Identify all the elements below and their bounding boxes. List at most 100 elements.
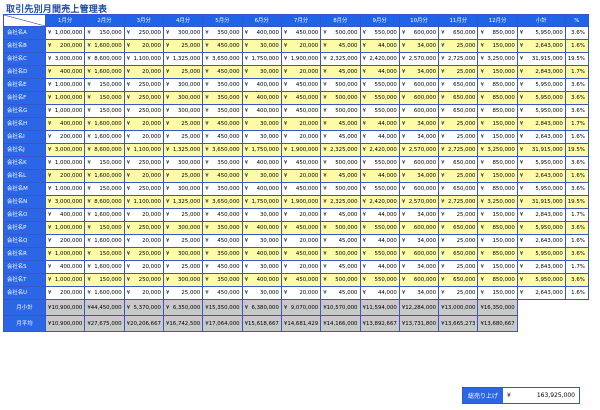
month-cell[interactable]: ¥34,000 bbox=[398, 260, 440, 274]
month-cell[interactable]: ¥850,000 bbox=[477, 91, 518, 105]
month-cell[interactable]: ¥1,000,000 bbox=[44, 247, 86, 261]
month-cell[interactable]: ¥1,600,000 bbox=[84, 169, 125, 183]
month-cell[interactable]: ¥2,325,000 bbox=[320, 195, 361, 209]
month-cell[interactable]: ¥300,000 bbox=[162, 156, 204, 170]
month-cell[interactable]: ¥850,000 bbox=[477, 156, 518, 170]
month-cell[interactable]: ¥400,000 bbox=[241, 26, 282, 40]
month-cell[interactable]: ¥25,000 bbox=[438, 39, 479, 53]
month-cell[interactable]: ¥850,000 bbox=[477, 247, 518, 261]
month-cell[interactable]: ¥450,000 bbox=[280, 78, 322, 92]
subtotal-cell[interactable]: ¥31,915,000 bbox=[516, 52, 566, 66]
percent-cell[interactable]: 1.7% bbox=[564, 208, 589, 222]
month-cell[interactable]: ¥200,000 bbox=[44, 169, 86, 183]
footer-cell[interactable]: ¥9,070,000 bbox=[280, 299, 322, 316]
month-cell[interactable]: ¥350,000 bbox=[202, 247, 243, 261]
footer-cell[interactable]: ¥44,450,000 bbox=[84, 299, 125, 316]
footer-cell[interactable]: ¥14,166,000 bbox=[320, 315, 361, 332]
month-cell[interactable]: ¥25,000 bbox=[162, 286, 204, 300]
month-cell[interactable]: ¥1,325,000 bbox=[162, 52, 204, 66]
month-cell[interactable]: ¥150,000 bbox=[477, 169, 518, 183]
month-cell[interactable]: ¥1,000,000 bbox=[44, 156, 86, 170]
month-cell[interactable]: ¥250,000 bbox=[123, 182, 164, 196]
month-cell[interactable]: ¥44,000 bbox=[359, 117, 400, 131]
month-cell[interactable]: ¥2,570,000 bbox=[398, 52, 440, 66]
month-cell[interactable]: ¥300,000 bbox=[162, 104, 204, 118]
month-cell[interactable]: ¥45,000 bbox=[320, 286, 361, 300]
month-cell[interactable]: ¥2,725,000 bbox=[438, 195, 479, 209]
month-cell[interactable]: ¥44,000 bbox=[359, 286, 400, 300]
month-cell[interactable]: ¥550,000 bbox=[359, 273, 400, 287]
month-cell[interactable]: ¥150,000 bbox=[477, 117, 518, 131]
month-cell[interactable]: ¥1,100,000 bbox=[123, 195, 164, 209]
percent-cell[interactable]: 19.5% bbox=[564, 195, 589, 209]
month-cell[interactable]: ¥400,000 bbox=[241, 91, 282, 105]
month-cell[interactable]: ¥25,000 bbox=[438, 208, 479, 222]
month-cell[interactable]: ¥44,000 bbox=[359, 208, 400, 222]
month-cell[interactable]: ¥650,000 bbox=[438, 78, 479, 92]
footer-cell[interactable]: ¥15,350,000 bbox=[202, 299, 243, 316]
footer-cell[interactable]: ¥13,892,667 bbox=[359, 315, 400, 332]
footer-cell[interactable]: ¥10,900,000 bbox=[44, 315, 86, 332]
footer-cell[interactable]: ¥14,681,429 bbox=[280, 315, 322, 332]
subtotal-cell[interactable]: ¥5,950,000 bbox=[516, 26, 566, 40]
percent-cell[interactable]: 3.6% bbox=[564, 156, 589, 170]
month-cell[interactable]: ¥350,000 bbox=[202, 273, 243, 287]
month-cell[interactable]: ¥300,000 bbox=[162, 78, 204, 92]
month-cell[interactable]: ¥650,000 bbox=[438, 91, 479, 105]
month-cell[interactable]: ¥450,000 bbox=[280, 91, 322, 105]
month-cell[interactable]: ¥45,000 bbox=[320, 65, 361, 79]
month-cell[interactable]: ¥650,000 bbox=[438, 273, 479, 287]
month-cell[interactable]: ¥3,250,000 bbox=[477, 52, 518, 66]
month-cell[interactable]: ¥200,000 bbox=[44, 130, 86, 144]
month-cell[interactable]: ¥25,000 bbox=[438, 260, 479, 274]
month-cell[interactable]: ¥200,000 bbox=[44, 286, 86, 300]
month-cell[interactable]: ¥550,000 bbox=[359, 156, 400, 170]
month-cell[interactable]: ¥600,000 bbox=[398, 156, 440, 170]
percent-cell[interactable]: 3.6% bbox=[564, 78, 589, 92]
percent-cell[interactable]: 1.6% bbox=[564, 286, 589, 300]
percent-cell[interactable]: 1.6% bbox=[564, 130, 589, 144]
month-cell[interactable]: ¥30,000 bbox=[241, 169, 282, 183]
month-cell[interactable]: ¥20,000 bbox=[123, 169, 164, 183]
month-cell[interactable]: ¥400,000 bbox=[241, 182, 282, 196]
month-cell[interactable]: ¥45,000 bbox=[320, 260, 361, 274]
month-cell[interactable]: ¥25,000 bbox=[438, 234, 479, 248]
month-cell[interactable]: ¥400,000 bbox=[241, 104, 282, 118]
month-cell[interactable]: ¥400,000 bbox=[241, 247, 282, 261]
month-cell[interactable]: ¥1,100,000 bbox=[123, 52, 164, 66]
month-cell[interactable]: ¥550,000 bbox=[359, 104, 400, 118]
month-cell[interactable]: ¥45,000 bbox=[320, 117, 361, 131]
month-cell[interactable]: ¥150,000 bbox=[84, 221, 125, 235]
month-cell[interactable]: ¥1,900,000 bbox=[280, 195, 322, 209]
month-cell[interactable]: ¥300,000 bbox=[162, 182, 204, 196]
month-cell[interactable]: ¥2,420,000 bbox=[359, 195, 400, 209]
month-cell[interactable]: ¥20,000 bbox=[123, 117, 164, 131]
month-cell[interactable]: ¥450,000 bbox=[280, 156, 322, 170]
month-cell[interactable]: ¥850,000 bbox=[477, 182, 518, 196]
footer-cell[interactable]: ¥20,206,667 bbox=[123, 315, 164, 332]
month-cell[interactable]: ¥45,000 bbox=[320, 208, 361, 222]
month-cell[interactable]: ¥25,000 bbox=[438, 117, 479, 131]
month-cell[interactable]: ¥45,000 bbox=[320, 39, 361, 53]
month-cell[interactable]: ¥1,000,000 bbox=[44, 78, 86, 92]
subtotal-cell[interactable]: ¥31,915,000 bbox=[516, 195, 566, 209]
month-cell[interactable]: ¥20,000 bbox=[280, 65, 322, 79]
month-cell[interactable]: ¥550,000 bbox=[359, 78, 400, 92]
month-cell[interactable]: ¥3,000,000 bbox=[44, 52, 86, 66]
month-cell[interactable]: ¥25,000 bbox=[438, 65, 479, 79]
month-cell[interactable]: ¥150,000 bbox=[477, 286, 518, 300]
footer-cell[interactable]: ¥10,900,000 bbox=[44, 299, 86, 316]
footer-cell[interactable]: ¥16,350,000 bbox=[477, 299, 518, 316]
month-cell[interactable]: ¥500,000 bbox=[320, 221, 361, 235]
month-cell[interactable]: ¥350,000 bbox=[202, 78, 243, 92]
month-cell[interactable]: ¥1,000,000 bbox=[44, 91, 86, 105]
percent-cell[interactable]: 3.6% bbox=[564, 247, 589, 261]
subtotal-cell[interactable]: ¥2,643,000 bbox=[516, 234, 566, 248]
subtotal-cell[interactable]: ¥5,950,000 bbox=[516, 104, 566, 118]
month-cell[interactable]: ¥650,000 bbox=[438, 156, 479, 170]
percent-cell[interactable]: 1.7% bbox=[564, 65, 589, 79]
percent-cell[interactable]: 1.7% bbox=[564, 260, 589, 274]
month-cell[interactable]: ¥850,000 bbox=[477, 273, 518, 287]
percent-cell[interactable]: 1.7% bbox=[564, 117, 589, 131]
footer-cell[interactable]: ¥12,284,000 bbox=[398, 299, 440, 316]
